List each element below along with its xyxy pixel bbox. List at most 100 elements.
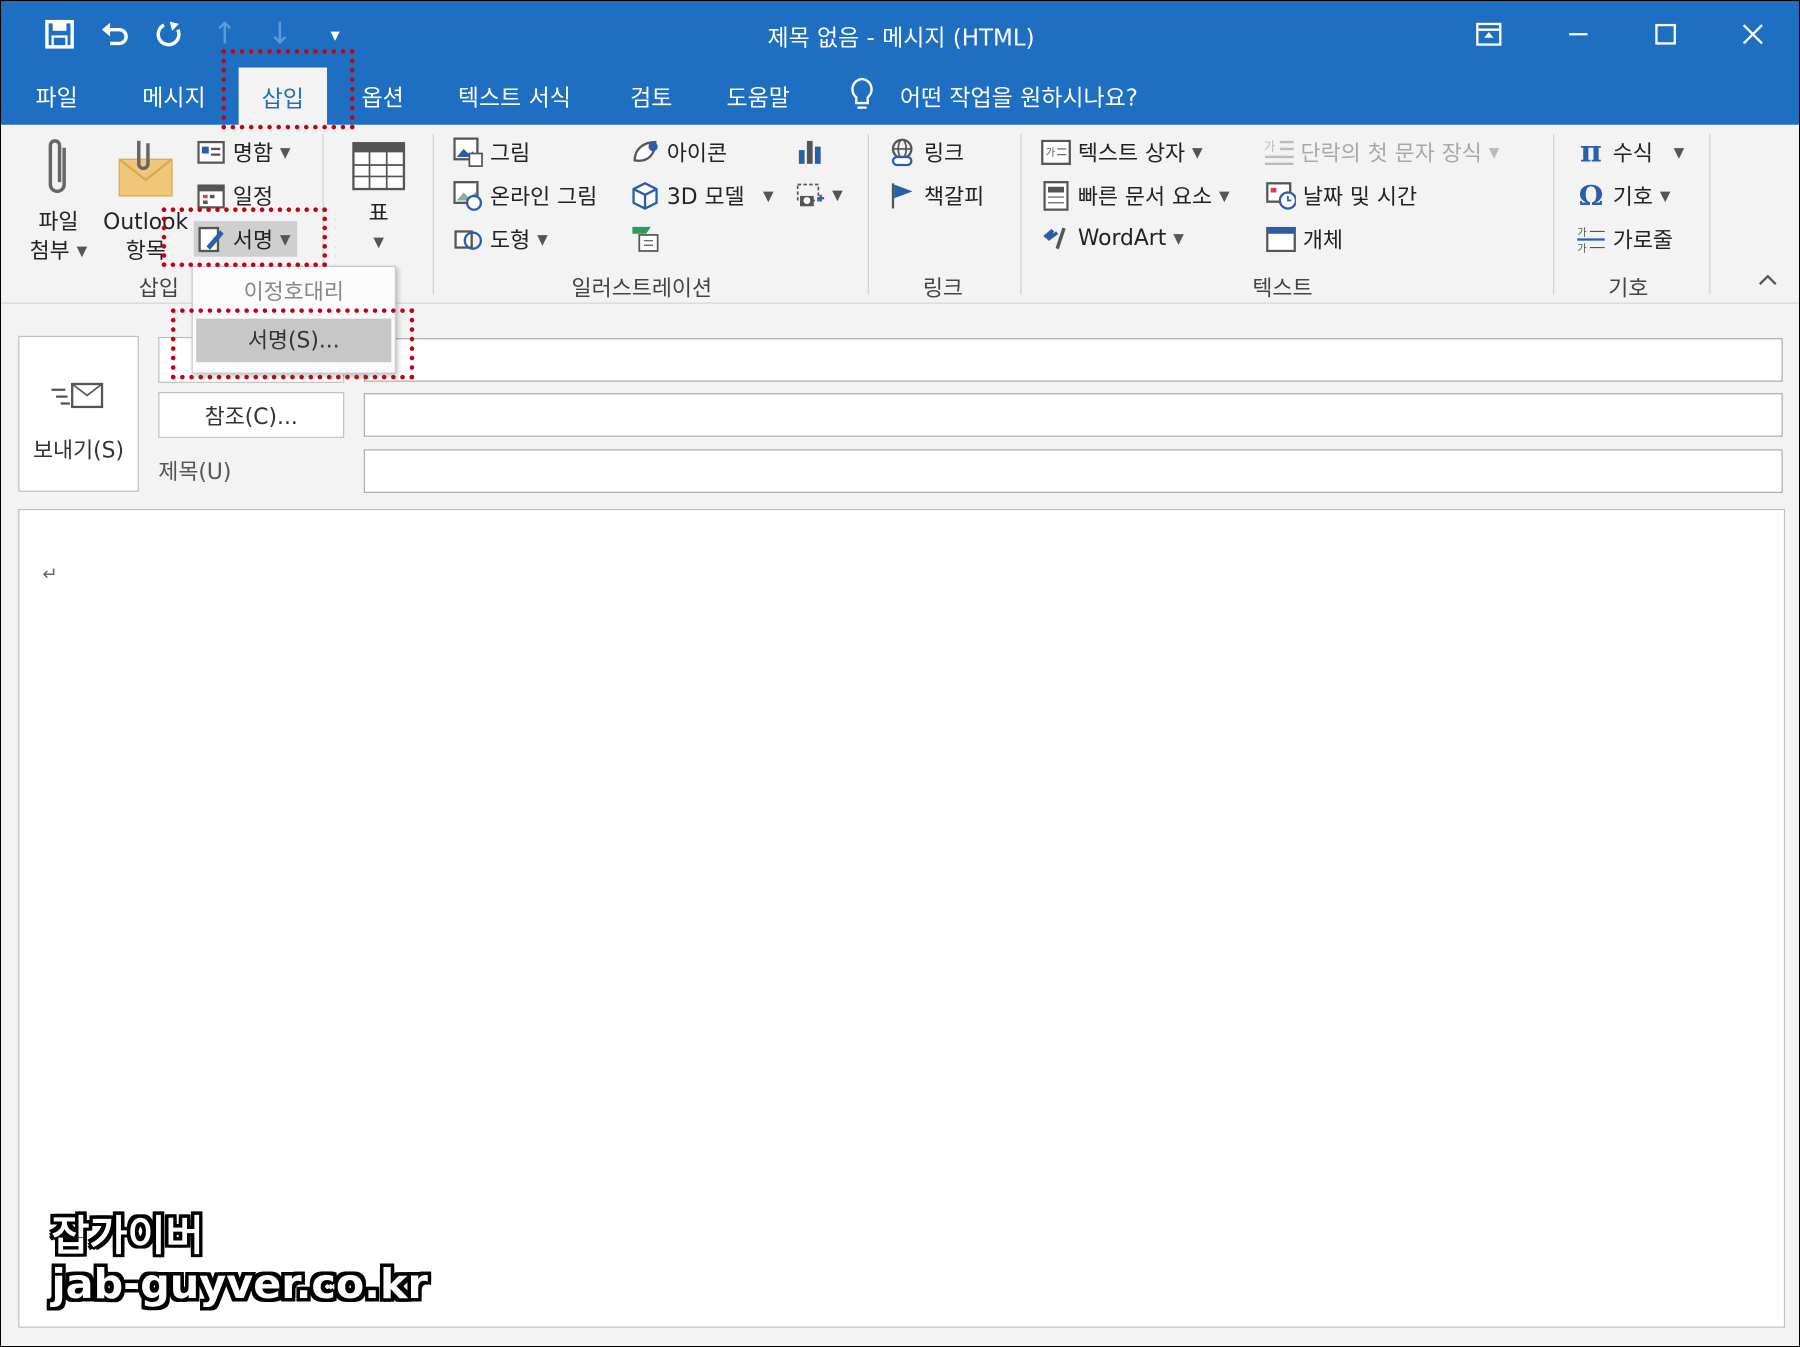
dropdown-arrow-icon: ▼ [373,233,384,250]
text-box-button[interactable]: 가 텍스트 상자 ▼ [1041,136,1203,167]
svg-text:가: 가 [1046,146,1056,158]
3d-models-button[interactable]: 3D 모델 ▼ [630,180,774,211]
group-label-illustrations: 일러스트레이션 [571,276,713,302]
cc-button[interactable]: 참조(C)... [158,392,345,438]
business-card-icon [196,137,226,167]
tell-me-search[interactable]: 어떤 작업을 원하시나요? [900,79,1138,112]
watermark-line-2: jab-guyver.co.kr [51,1261,428,1309]
group-separator [867,134,869,295]
link-label: 링크 [923,140,965,167]
signature-menu-item-saved[interactable]: 이정호대리 [193,272,395,313]
attach-file-label-1: 파일 [38,209,79,235]
group-label-include: 삽입 [138,276,179,302]
dropdown-arrow-icon: ▼ [762,187,774,204]
table-icon [352,142,406,191]
cc-field[interactable] [363,393,1783,437]
dropdown-arrow-icon: ▼ [1488,143,1500,160]
calendar-button[interactable]: 일정 [196,180,273,211]
online-pictures-button[interactable]: 온라인 그림 [453,180,597,211]
subject-label: 제목(U) [158,459,232,485]
icons-button[interactable]: 아이콘 [630,136,727,167]
close-icon[interactable] [1730,15,1776,54]
link-icon [887,137,917,167]
attach-file-button[interactable]: 파일 첨부 ▼ [22,136,95,266]
wordart-button[interactable]: WordArt ▼ [1041,223,1184,253]
paragraph-mark: ↵ [42,562,58,585]
quick-parts-button[interactable]: 빠른 문서 요소 ▼ [1041,180,1230,211]
group-separator [1553,134,1555,295]
minimize-icon[interactable] [1555,15,1601,54]
ribbon-display-options-icon[interactable] [1466,15,1512,54]
object-label: 개체 [1302,228,1343,254]
tab-options[interactable]: 옵션 [361,79,403,112]
pictures-label: 그림 [490,140,531,167]
wordart-icon [1041,223,1071,253]
window-title: 제목 없음 - 메시지 (HTML) [767,23,1035,52]
collapse-ribbon-icon[interactable] [1757,272,1778,288]
shapes-label: 도형 [490,228,531,254]
screenshot-button[interactable]: ▼ [795,180,843,210]
group-label-symbols: 기호 [1608,276,1649,302]
watermark: 잡가이버 jab-guyver.co.kr [52,1214,428,1310]
dropdown-arrow-icon: ▼ [832,186,843,203]
dropdown-arrow-icon: ▼ [1218,187,1230,204]
icons-icon [630,137,660,167]
business-card-label: 명함 [232,140,274,167]
link-button[interactable]: 링크 [887,136,964,167]
horizontal-line-label: 가로줄 [1612,228,1674,254]
group-separator [1020,134,1022,295]
highlight-insert-tab [221,49,355,130]
tab-review[interactable]: 검토 [630,79,672,112]
svg-text:가: 가 [1577,227,1587,239]
tab-help[interactable]: 도움말 [727,79,790,112]
dropdown-arrow-icon: ▼ [1173,230,1184,247]
send-envelope-icon [49,381,106,420]
tab-message[interactable]: 메시지 [142,79,205,112]
chart-button[interactable] [795,136,832,166]
horizontal-line-button[interactable]: 가가 가로줄 [1576,223,1673,254]
group-label-links: 링크 [922,276,963,302]
table-label: 표 [368,200,389,226]
subject-field[interactable] [363,449,1783,493]
screenshot-icon [795,180,825,210]
svg-text:가: 가 [1577,243,1587,254]
symbol-button[interactable]: Ω 기호 ▼ [1576,178,1671,212]
table-button[interactable]: 표 ▼ [345,141,412,257]
business-card-button[interactable]: 명함 ▼ [196,136,291,167]
message-body-editor[interactable]: ↵ [18,508,1785,1328]
equation-label: 수식 [1612,140,1653,167]
send-button[interactable]: 보내기(S) [18,335,139,492]
bookmark-button[interactable]: 책갈피 [887,180,984,211]
dropdown-arrow-icon: ▼ [1659,187,1671,204]
dropdown-arrow-icon: ▼ [76,242,88,260]
pictures-button[interactable]: 그림 [453,136,530,167]
equation-button[interactable]: π 수식 ▼ [1576,134,1685,169]
to-field[interactable] [363,338,1783,382]
maximize-icon[interactable] [1643,15,1689,54]
object-icon [1266,224,1296,254]
picture-icon [453,136,483,167]
drop-cap-button[interactable]: 가 단락의 첫 문자 장식 ▼ [1264,136,1500,167]
tab-format-text[interactable]: 텍스트 서식 [458,79,571,112]
highlight-signature-menu-item [170,308,415,380]
icons-label: 아이콘 [666,140,728,167]
lightbulb-icon [848,77,876,117]
group-separator [432,134,434,295]
envelope-attach-icon [118,140,173,197]
date-time-button[interactable]: 날짜 및 시간 [1266,180,1417,211]
bookmark-label: 책갈피 [923,184,985,210]
omega-icon: Ω [1578,178,1604,212]
smartart-icon [630,223,660,253]
tab-file[interactable]: 파일 [35,79,77,112]
object-button[interactable]: 개체 [1266,223,1343,254]
smartart-button[interactable] [630,223,667,253]
pi-icon: π [1580,134,1602,169]
online-picture-icon [453,180,483,211]
wordart-label: WordArt [1077,225,1167,251]
highlight-signature-button [161,207,328,268]
group-separator [1709,134,1711,295]
drop-cap-icon: 가 [1264,137,1294,167]
dropdown-arrow-icon: ▼ [1191,143,1203,160]
shapes-button[interactable]: 도형 ▼ [453,223,548,254]
dropdown-arrow-icon: ▼ [1673,143,1685,160]
